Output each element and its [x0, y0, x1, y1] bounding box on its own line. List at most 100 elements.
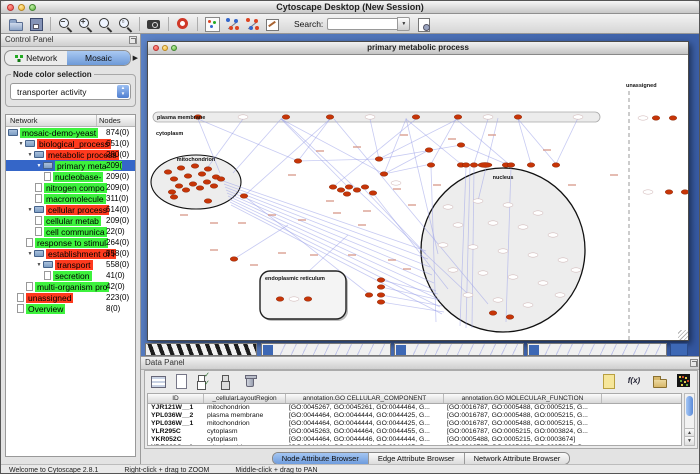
expander-icon[interactable]: ▼	[35, 163, 43, 169]
layout-blue-icon[interactable]	[224, 16, 240, 32]
float-panel-icon[interactable]	[690, 359, 698, 367]
tab-network[interactable]: Network	[5, 51, 67, 65]
network-edge[interactable]	[379, 145, 461, 159]
network-edge[interactable]	[556, 118, 578, 164]
network-node[interactable]	[230, 257, 238, 262]
net-minimize-button-icon[interactable]	[162, 45, 168, 51]
network-node[interactable]	[377, 293, 385, 298]
unselect-attributes-icon[interactable]	[219, 373, 235, 389]
tree-row[interactable]: nucleobase-209(0)	[6, 171, 135, 182]
network-node[interactable]	[217, 177, 225, 182]
tree-row[interactable]: ▼metabolic process280(0)	[6, 149, 135, 160]
network-node[interactable]	[168, 190, 176, 195]
background-window[interactable]	[527, 343, 667, 356]
network-node[interactable]	[276, 297, 284, 302]
tree-col-network[interactable]: Network	[6, 115, 97, 126]
network-node[interactable]	[462, 163, 470, 168]
network-edge[interactable]	[281, 119, 384, 174]
network-node[interactable]	[204, 199, 212, 204]
tree-row[interactable]: ▼biological_process651(0)	[6, 138, 135, 149]
plasma-membrane-region[interactable]	[153, 112, 600, 122]
network-node[interactable]	[454, 115, 462, 120]
network-node[interactable]	[377, 285, 385, 290]
zoom-in-icon[interactable]: +	[77, 16, 93, 32]
network-node[interactable]	[353, 188, 361, 193]
network-edge[interactable]	[518, 119, 556, 164]
float-panel-icon[interactable]	[129, 36, 137, 44]
table-row[interactable]: YJR121W__1mitochondrion[GO:0045267, GO:0…	[148, 404, 681, 412]
delete-attribute-icon[interactable]	[242, 373, 258, 389]
search-dropdown-button[interactable]: ▼	[397, 17, 410, 31]
network-edge[interactable]	[384, 164, 431, 174]
expander-icon[interactable]: ▼	[17, 141, 25, 147]
dropdown-stepper-icon[interactable]: ▲▼	[117, 85, 129, 98]
tab-mosaic[interactable]: Mosaic	[67, 51, 129, 65]
network-edge[interactable]	[244, 119, 330, 196]
search-input[interactable]	[327, 18, 397, 30]
network-node[interactable]	[164, 170, 172, 175]
network-edge[interactable]	[234, 225, 288, 259]
formula-builder-icon[interactable]: f(x)	[624, 373, 644, 389]
network-node[interactable]	[365, 293, 373, 298]
tree-row[interactable]: multi-organism pro42(0)	[6, 281, 135, 292]
column-header[interactable]: annotation.GO CELLULAR_COMPONENT	[286, 394, 444, 403]
network-node[interactable]	[304, 297, 312, 302]
network-node[interactable]	[191, 164, 199, 169]
network-node[interactable]	[343, 192, 351, 197]
tree-row[interactable]: ▼primary metab209(	[6, 160, 135, 171]
net-close-button-icon[interactable]	[153, 45, 159, 51]
network-node[interactable]	[552, 163, 560, 168]
network-node[interactable]	[189, 182, 197, 187]
select-attributes-icon[interactable]	[196, 373, 212, 389]
network-node[interactable]	[514, 115, 522, 120]
network-view-window[interactable]: primary metabolic process plasma membran…	[147, 41, 689, 341]
tree-row[interactable]: ▼transport558(0)	[6, 259, 135, 270]
network-node[interactable]	[282, 115, 290, 120]
tree-row[interactable]: cell communica22(0)	[6, 226, 135, 237]
network-node[interactable]	[412, 115, 420, 120]
background-window[interactable]	[394, 343, 524, 356]
network-node[interactable]	[210, 184, 218, 189]
tree-row[interactable]: ▼cellular process614(0)	[6, 204, 135, 215]
attribute-grid-icon[interactable]	[150, 373, 166, 389]
network-node[interactable]	[457, 143, 465, 148]
network-edge[interactable]	[379, 119, 458, 159]
node-color-dropdown[interactable]: transporter activity ▲▼	[10, 83, 131, 100]
tree-row[interactable]: response to stimul264(0)	[6, 237, 135, 248]
network-node[interactable]	[196, 186, 204, 191]
network-node[interactable]	[470, 163, 478, 168]
background-window[interactable]	[145, 343, 257, 356]
table-scrollbar[interactable]: ▲ ▼	[684, 393, 695, 446]
tree-row[interactable]: macromolecule311(0)	[6, 193, 135, 204]
tree-row[interactable]: Overview8(0)	[6, 303, 135, 314]
network-node[interactable]	[240, 194, 248, 199]
new-attribute-icon[interactable]	[173, 373, 189, 389]
table-row[interactable]: YKR052Ccytoplasm[GO:0044464, GO:0044446,…	[148, 436, 681, 444]
resize-grip-icon[interactable]	[678, 330, 688, 340]
tab-node-attribute-browser[interactable]: Node Attribute Browser	[273, 453, 369, 464]
network-view-icon[interactable]	[204, 16, 220, 32]
tree-col-nodes[interactable]: Nodes	[97, 115, 135, 126]
zoom-out-icon[interactable]: –	[57, 16, 73, 32]
network-edge[interactable]	[227, 193, 434, 283]
network-node[interactable]	[377, 278, 385, 283]
network-edge[interactable]	[384, 150, 429, 174]
network-node[interactable]	[175, 184, 183, 189]
network-edge[interactable]	[198, 119, 298, 161]
network-edge[interactable]	[298, 119, 330, 161]
network-node[interactable]	[507, 163, 515, 168]
network-edge[interactable]	[281, 119, 348, 187]
expander-icon[interactable]: ▼	[26, 207, 34, 213]
network-node[interactable]	[198, 172, 206, 177]
background-window[interactable]	[670, 343, 688, 356]
network-node[interactable]	[170, 177, 178, 182]
minimize-button-icon[interactable]	[18, 4, 25, 11]
zoom-selected-icon[interactable]: ▫	[117, 16, 133, 32]
network-window-titlebar[interactable]: primary metabolic process	[148, 42, 688, 55]
import-attributes-icon[interactable]	[652, 373, 668, 389]
network-node[interactable]	[184, 174, 192, 179]
close-button-icon[interactable]	[7, 4, 14, 11]
network-node[interactable]	[375, 157, 383, 162]
network-node[interactable]	[182, 188, 190, 193]
network-node[interactable]	[204, 167, 212, 172]
